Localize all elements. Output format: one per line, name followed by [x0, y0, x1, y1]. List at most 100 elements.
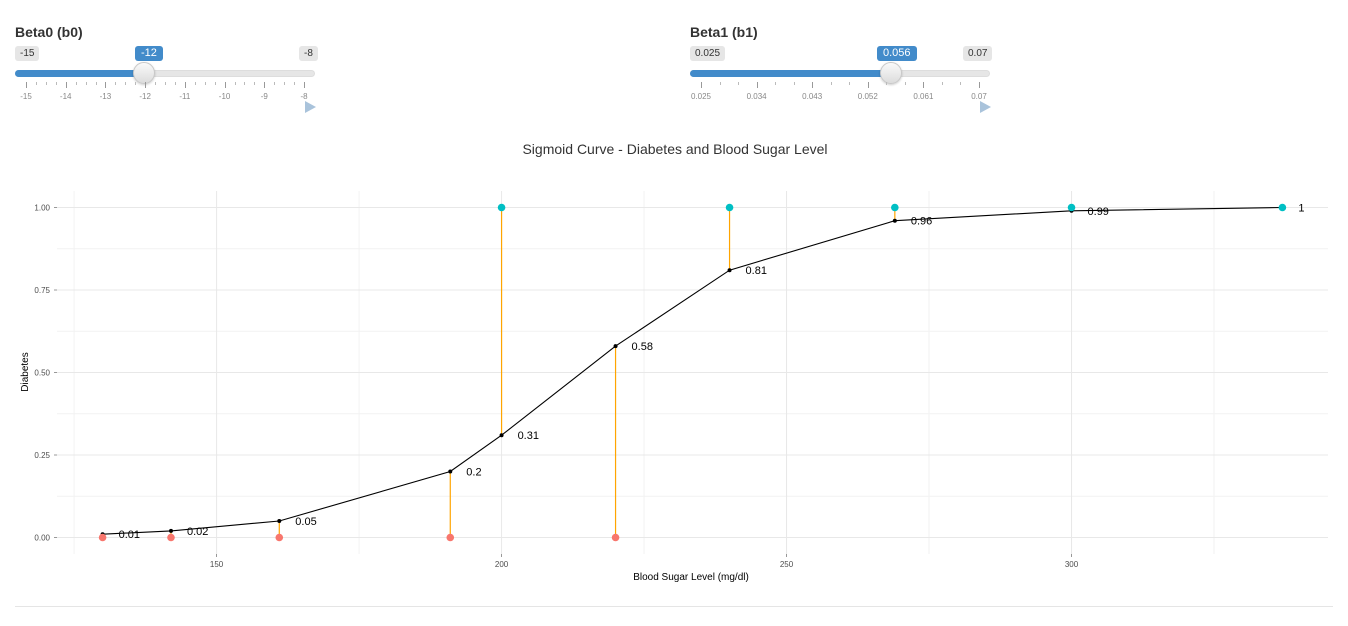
slider-minor-tick [849, 82, 851, 85]
slider-minor-tick [294, 82, 296, 85]
slider-minor-tick [204, 82, 206, 85]
predicted-point [168, 528, 173, 533]
slider-minor-tick [244, 82, 246, 85]
beta1-handle[interactable] [880, 62, 902, 84]
slider-tick-label: -15 [20, 92, 32, 101]
slider-tick-label: 0.061 [913, 92, 934, 101]
beta0-handle[interactable] [133, 62, 155, 84]
slider-major-tick [264, 82, 266, 88]
beta1-fill [690, 70, 891, 77]
beta0-fill [15, 70, 144, 77]
slider-minor-tick [55, 82, 57, 85]
y-tick-label: 0.00 [34, 534, 50, 543]
predicted-point [277, 519, 282, 523]
slider-tick-label: -8 [300, 92, 308, 101]
sigmoid-curve [100, 205, 1285, 537]
predicted-point [727, 268, 732, 273]
axes: 0.00 0.25 0.50 0.75 1.00 150 200 250 300 [34, 204, 1078, 570]
y-axis-label: Diabetes [20, 352, 31, 391]
predicted-value-label: 0.31 [518, 430, 539, 442]
slider-major-tick [923, 82, 925, 88]
predicted-value-label: 0.58 [632, 341, 653, 353]
observed-point [98, 533, 107, 542]
beta0-play-icon[interactable] [305, 101, 316, 113]
beta1-ticks: 0.025 0.034 0.043 0.052 0.061 0.07 [690, 82, 990, 102]
slider-major-tick [65, 82, 67, 88]
beta0-ticks: -15 -14 -13 -12 -11 -10 -9 -8 [15, 82, 315, 102]
slider-tick-label: 0.034 [746, 92, 767, 101]
slider-minor-tick [775, 82, 777, 85]
predicted-value-label: 1 [1298, 203, 1304, 215]
observed-point [611, 533, 620, 542]
slider-minor-tick [719, 82, 721, 85]
observed-point [497, 203, 506, 212]
slider-major-tick [867, 82, 869, 88]
slider-minor-tick [85, 82, 87, 85]
beta0-min-badge: -15 [15, 46, 40, 61]
slider-minor-tick [95, 82, 97, 85]
beta1-min-badge: 0.025 [690, 46, 726, 61]
slider-tick-label: -10 [218, 92, 231, 101]
slider-major-tick [756, 82, 758, 88]
beta1-value-badge: 0.056 [877, 46, 917, 61]
x-tick-label: 200 [495, 560, 509, 569]
slider-minor-tick [165, 82, 166, 85]
chart-title: Sigmoid Curve - Diabetes and Blood Sugar… [522, 141, 827, 157]
slider-minor-tick [738, 82, 740, 85]
slider-minor-tick [960, 82, 962, 85]
slider-minor-tick [254, 82, 256, 85]
beta0-value-badge: -12 [135, 46, 163, 61]
slider-minor-tick [284, 82, 286, 85]
slider-minor-tick [115, 82, 117, 85]
y-tick-label: 1.00 [34, 204, 50, 213]
slider-minor-tick [45, 82, 47, 85]
sigmoid-chart: Sigmoid Curve - Diabetes and Blood Sugar… [20, 141, 1328, 583]
sigmoid-line [102, 206, 1283, 535]
slider-tick-label: -9 [260, 92, 268, 101]
beta0-label: Beta0 (b0) [15, 24, 83, 40]
observed-point [1278, 203, 1287, 212]
slider-major-tick [979, 82, 980, 88]
slider-major-tick [304, 82, 305, 88]
predicted-value-label: 0.81 [746, 265, 767, 277]
observed-point [167, 533, 175, 542]
slider-tick-label: 0.07 [971, 92, 987, 101]
slider-major-tick [145, 82, 147, 88]
predicted-point [499, 433, 504, 438]
slider-minor-tick [274, 82, 276, 85]
predicted-labels: 0.01 0.02 0.05 0.2 0.31 0.58 0.81 0.96 0.99 1 [119, 203, 1305, 542]
beta0-slider[interactable]: Beta0 (b0) -15 -12 -8 -15 -14 -13 -12 -11 -10… [15, 20, 318, 120]
slider-minor-tick [75, 82, 77, 85]
slider-major-tick [26, 82, 27, 88]
observed-point [446, 533, 455, 542]
observed-point [1067, 203, 1076, 212]
predicted-point [613, 344, 618, 349]
slider-tick-label: 0.043 [802, 92, 823, 101]
predicted-point [892, 218, 897, 223]
predicted-value-label: 0.01 [119, 529, 140, 541]
beta1-slider[interactable]: Beta1 (b1) 0.025 0.056 0.07 0.025 0.034 0.… [690, 20, 993, 120]
x-tick-label: 300 [1065, 560, 1079, 569]
predicted-value-label: 0.02 [187, 526, 208, 538]
slider-tick-label: -11 [179, 92, 191, 101]
slider-major-tick [812, 82, 814, 88]
slider-major-tick [184, 82, 186, 88]
slider-tick-label: -13 [99, 92, 112, 101]
slider-minor-tick [155, 82, 157, 85]
slider-major-tick [105, 82, 107, 88]
slider-minor-tick [35, 82, 37, 85]
observed-point [891, 203, 899, 212]
y-tick-label: 0.50 [34, 369, 50, 378]
slider-minor-tick [234, 82, 236, 85]
predicted-point [448, 469, 453, 474]
slider-minor-tick [135, 82, 137, 85]
slider-tick-label: -12 [139, 92, 151, 101]
observed-point [725, 203, 734, 212]
slider-minor-tick [886, 82, 888, 85]
grid [57, 191, 1328, 554]
divider [15, 606, 1333, 607]
predicted-value-label: 0.99 [1088, 206, 1109, 218]
slider-minor-tick [194, 82, 196, 85]
slider-minor-tick [904, 82, 906, 85]
beta1-play-icon[interactable] [980, 101, 991, 113]
